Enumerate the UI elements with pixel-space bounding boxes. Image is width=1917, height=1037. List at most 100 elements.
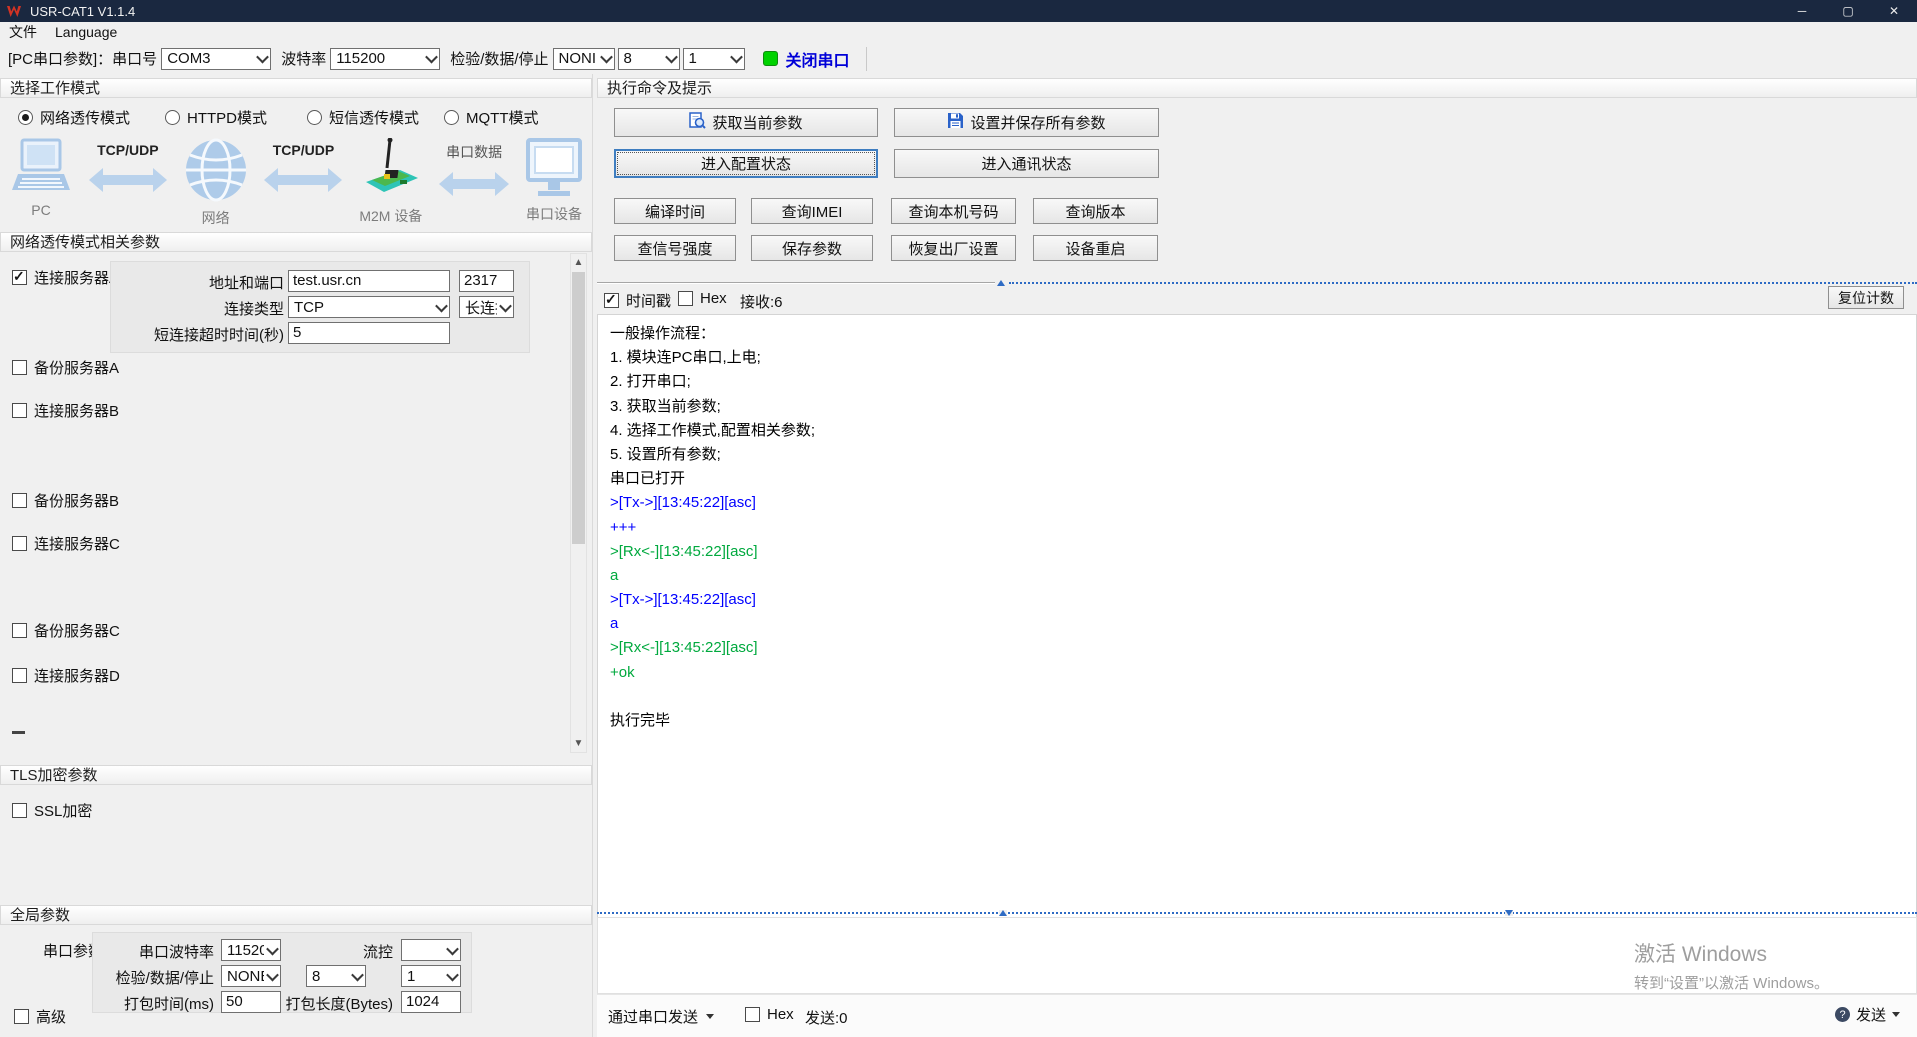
windows-activation-watermark: 激活 Windows 转到“设置”以激活 Windows。 (1634, 938, 1829, 993)
databits-select[interactable]: 8 (618, 48, 680, 70)
parity-select[interactable]: NONI (553, 48, 615, 70)
chevron-down-icon (1892, 1012, 1900, 1017)
com-port-select[interactable]: COM3 (161, 48, 271, 70)
close-serial-button[interactable]: 关闭串口 (763, 47, 850, 71)
chevron-down-icon (730, 51, 743, 64)
work-mode-header: 选择工作模式 (0, 78, 592, 98)
log-splitter[interactable] (597, 279, 1917, 287)
save-params-button[interactable]: 保存参数 (751, 235, 873, 261)
pack-time-input[interactable]: 50 (221, 991, 281, 1013)
checkbox-backup-server-a[interactable]: 备份服务器A (12, 357, 119, 378)
recv-count-label: 接收:6 (740, 291, 783, 312)
net-params-header: 网络透传模式相关参数 (0, 232, 592, 252)
radio-sms-transparent-mode[interactable]: 短信透传模式 (307, 107, 419, 128)
radio-net-transparent-mode[interactable]: 网络透传模式 (18, 107, 130, 128)
checkbox-connect-server-c[interactable]: 连接服务器C (12, 533, 120, 554)
log-line: 串口已打开 (598, 467, 1916, 491)
device-restart-button[interactable]: 设备重启 (1033, 235, 1158, 261)
mode-diagram: PC TCP/UDP (0, 138, 592, 228)
get-params-button[interactable]: 获取当前参数 (614, 108, 878, 137)
serial-stopbits-select[interactable]: 1 (401, 965, 461, 987)
radio-mqtt-mode[interactable]: MQTT模式 (444, 107, 539, 128)
log-line: 一般操作流程： (598, 322, 1916, 346)
checkbox-icon (12, 403, 27, 418)
diagram-m2m-label: M2M 设备 (359, 206, 422, 226)
globe-icon (184, 138, 248, 206)
scroll-up-icon[interactable]: ▲ (571, 254, 586, 271)
enter-config-state-button[interactable]: 进入配置状态 (614, 149, 878, 178)
monitor-icon (526, 138, 582, 202)
server-a-port-input[interactable]: 2317 (459, 270, 514, 292)
pack-length-label: 打包长度(Bytes) (273, 993, 393, 1014)
query-phone-number-button[interactable]: 查询本机号码 (891, 198, 1016, 224)
checkbox-icon (12, 623, 27, 638)
addr-port-label: 地址和端口 (111, 272, 284, 293)
maximize-button[interactable]: ▢ (1825, 0, 1871, 22)
minimize-button[interactable]: ─ (1779, 0, 1825, 22)
log-line (598, 685, 1916, 709)
factory-reset-button[interactable]: 恢复出厂设置 (891, 235, 1016, 261)
chevron-down-icon (435, 299, 448, 312)
query-version-button[interactable]: 查询版本 (1033, 198, 1158, 224)
checkbox-icon (12, 360, 27, 375)
clipped-list-item (12, 731, 25, 734)
checkbox-advanced[interactable]: 高级 (14, 1006, 66, 1027)
enter-comm-state-button[interactable]: 进入通讯状态 (894, 149, 1159, 178)
conn-mode-select[interactable]: 长连接 (459, 296, 514, 318)
serial-parity-select[interactable]: NONE (221, 965, 281, 987)
set-save-params-button[interactable]: 设置并保存所有参数 (894, 108, 1159, 137)
checkbox-ssl[interactable]: SSL加密 (12, 800, 92, 821)
radio-httpd-mode[interactable]: HTTPD模式 (165, 107, 267, 128)
checkbox-connect-server-a[interactable]: 连接服务器A (12, 267, 119, 288)
serial-databits-select[interactable]: 8 (306, 965, 366, 987)
pack-length-input[interactable]: 1024 (401, 991, 461, 1013)
net-params-scrollbar[interactable]: ▲ ▼ (570, 253, 587, 753)
radio-icon (444, 110, 459, 125)
reset-count-button[interactable]: 复位计数 (1828, 286, 1904, 309)
serial-baud-select[interactable]: 115200 (221, 939, 281, 961)
send-button[interactable]: ? 发送 (1835, 1004, 1900, 1025)
log-line: >[Tx->][13:45:22][asc] (598, 588, 1916, 612)
compile-time-button[interactable]: 编译时间 (614, 198, 736, 224)
checkbox-backup-server-c[interactable]: 备份服务器C (12, 620, 120, 641)
checkbox-backup-server-b[interactable]: 备份服务器B (12, 490, 119, 511)
log-line: >[Rx<-][13:45:22][asc] (598, 636, 1916, 660)
short-conn-timeout-input[interactable]: 5 (288, 322, 450, 344)
splitter-collapse-icon[interactable] (1505, 910, 1513, 916)
chevron-down-icon (706, 1014, 714, 1019)
double-arrow-icon (439, 172, 509, 196)
scroll-down-icon[interactable]: ▼ (571, 735, 586, 752)
close-button[interactable]: ✕ (1871, 0, 1917, 22)
server-a-address-input[interactable]: test.usr.cn (288, 270, 450, 292)
scrollbar-thumb[interactable] (572, 272, 585, 544)
diagram-serial-node: 串口设备 (526, 138, 582, 224)
menu-file[interactable]: 文件 (0, 22, 46, 43)
send-splitter[interactable] (597, 909, 1917, 917)
checkbox-timestamp[interactable]: 时间戳 (604, 290, 671, 311)
checkbox-send-hex[interactable]: Hex (745, 1006, 794, 1023)
serial-toolbar: [PC串口参数]：串口号 COM3 波特率 115200 检验/数据/停止 NO… (0, 43, 1917, 74)
splitter-collapse-icon[interactable] (997, 280, 1005, 286)
log-output-area[interactable]: 一般操作流程： 1. 模块连PC串口,上电; 2. 打开串口; 3. 获取当前参… (597, 314, 1917, 976)
double-arrow-icon (89, 168, 167, 192)
flow-control-select[interactable] (401, 939, 461, 961)
stopbits-select[interactable]: 1 (683, 48, 745, 70)
query-signal-button[interactable]: 查信号强度 (614, 235, 736, 261)
checkbox-connect-server-b[interactable]: 连接服务器B (12, 400, 119, 421)
checkbox-recv-hex[interactable]: Hex (678, 290, 727, 307)
baud-select[interactable]: 115200 (330, 48, 440, 70)
app-window: USR-CAT1 V1.1.4 ─ ▢ ✕ 文件 Language [PC串口参… (0, 0, 1917, 1037)
search-doc-icon (689, 112, 706, 133)
conn-type-select[interactable]: TCP (288, 296, 450, 318)
flow-control-label: 流控 (323, 941, 393, 962)
splitter-collapse-icon[interactable] (999, 910, 1007, 916)
send-via-serial-dropdown[interactable]: 通过串口发送 (608, 1006, 714, 1027)
double-arrow-icon (264, 168, 342, 192)
query-imei-button[interactable]: 查询IMEI (751, 198, 873, 224)
checkbox-icon (14, 1009, 29, 1024)
log-line: 5. 设置所有参数; (598, 443, 1916, 467)
menu-language[interactable]: Language (46, 22, 126, 43)
checkbox-connect-server-d[interactable]: 连接服务器D (12, 665, 120, 686)
chevron-down-icon (266, 942, 279, 955)
laptop-icon (10, 138, 72, 200)
